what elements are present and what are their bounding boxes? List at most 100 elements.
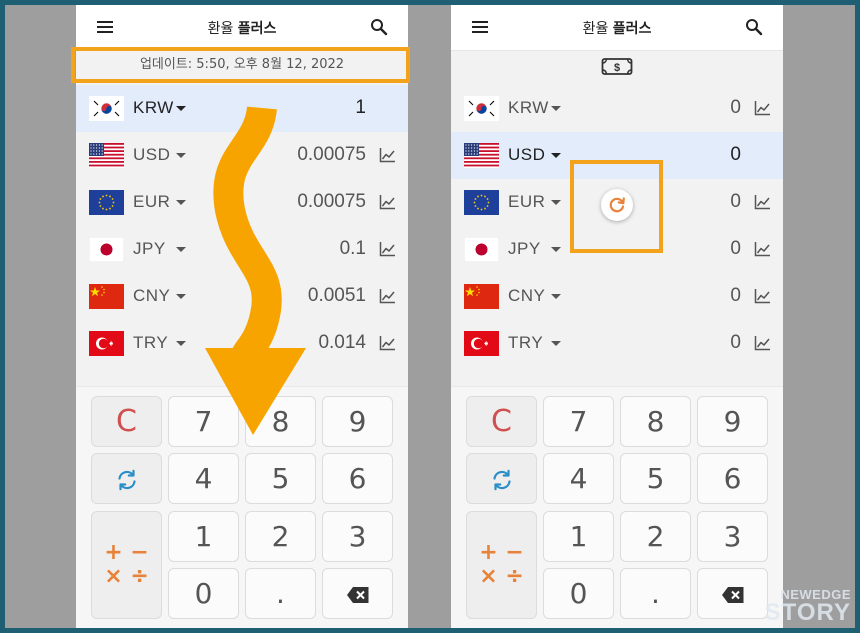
cn-flag <box>89 284 124 309</box>
calculator-keypad: C + − × ÷ 7 8 9 4 5 6 1 2 3 0. <box>76 386 408 628</box>
currency-row-cny[interactable]: CNY 0 <box>451 273 783 320</box>
digit-9-button[interactable]: 9 <box>697 396 768 447</box>
dropdown-caret-icon[interactable] <box>175 200 186 205</box>
digit-1-button[interactable]: 1 <box>168 511 239 562</box>
currency-code[interactable]: KRW <box>133 98 174 118</box>
currency-code[interactable]: CNY <box>133 286 170 306</box>
currency-code[interactable]: TRY <box>133 333 168 353</box>
digit-0-button[interactable]: 0 <box>543 568 614 619</box>
calculator-operations-button[interactable]: + − × ÷ <box>91 511 162 619</box>
refresh-icon <box>117 469 136 490</box>
currency-code[interactable]: KRW <box>508 98 549 118</box>
clear-button[interactable]: C <box>466 396 537 447</box>
currency-row-jpy[interactable]: JPY 0.1 <box>76 226 408 273</box>
currency-code[interactable]: EUR <box>508 192 545 212</box>
phone-screen-right: 환율 플러스 $ KRW 0 USD 0 EUR 0 JPY 0 CNY 0 TRY 0 C + − ×… <box>451 5 783 628</box>
app-title: 환율 플러스 <box>582 21 652 37</box>
dropdown-caret-icon[interactable] <box>175 247 186 252</box>
digit-6-button[interactable]: 6 <box>697 453 768 504</box>
currency-list: KRW 1 USD 0.00075 EUR 0.00075 JPY 0.1 CNY 0.0051 T… <box>76 85 408 367</box>
refresh-button[interactable] <box>91 453 162 504</box>
currency-value[interactable]: 0 <box>730 97 741 119</box>
line-chart-icon[interactable] <box>754 194 771 210</box>
digit-8-button[interactable]: 8 <box>620 396 691 447</box>
currency-row-krw[interactable]: KRW 1 <box>76 85 408 132</box>
digit-3-button[interactable]: 3 <box>322 511 393 562</box>
currency-row-try[interactable]: TRY 0 <box>451 320 783 367</box>
currency-value[interactable]: 0 <box>730 191 741 213</box>
dropdown-caret-icon[interactable] <box>550 247 561 252</box>
digit-2-button[interactable]: 2 <box>245 511 316 562</box>
currency-code[interactable]: USD <box>508 145 545 165</box>
digit-6-button[interactable]: 6 <box>322 453 393 504</box>
app-bar: 환율 플러스 <box>76 5 408 51</box>
digit-0-button[interactable]: 0 <box>168 568 239 619</box>
dropdown-caret-icon[interactable] <box>175 106 186 111</box>
backspace-icon <box>346 586 368 603</box>
digit-9-button[interactable]: 9 <box>322 396 393 447</box>
digit-1-button[interactable]: 1 <box>543 511 614 562</box>
dropdown-caret-icon[interactable] <box>175 294 186 299</box>
dropdown-caret-icon[interactable] <box>550 153 561 158</box>
line-chart-icon[interactable] <box>379 335 396 351</box>
dropdown-caret-icon[interactable] <box>175 153 186 158</box>
refresh-button[interactable] <box>466 453 537 504</box>
clear-button[interactable]: C <box>91 396 162 447</box>
search-icon[interactable] <box>745 18 763 36</box>
digit-8-button[interactable]: 8 <box>245 396 316 447</box>
line-chart-icon[interactable] <box>379 241 396 257</box>
line-chart-icon[interactable] <box>379 194 396 210</box>
currency-value[interactable]: 0 <box>730 144 741 166</box>
currency-code[interactable]: TRY <box>508 333 543 353</box>
currency-row-eur[interactable]: EUR 0.00075 <box>76 179 408 226</box>
calculator-operations-button[interactable]: + − × ÷ <box>466 511 537 619</box>
line-chart-icon[interactable] <box>754 100 771 116</box>
backspace-icon <box>721 586 743 603</box>
currency-row-krw[interactable]: KRW 0 <box>451 85 783 132</box>
currency-code[interactable]: CNY <box>508 286 545 306</box>
tr-flag <box>89 331 124 356</box>
currency-row-try[interactable]: TRY 0.014 <box>76 320 408 367</box>
currency-value[interactable]: 1 <box>355 97 366 119</box>
currency-value[interactable]: 0 <box>730 332 741 354</box>
currency-value[interactable]: 0 <box>730 238 741 260</box>
currency-value[interactable]: 0 <box>730 285 741 307</box>
dropdown-caret-icon[interactable] <box>550 294 561 299</box>
currency-value[interactable]: 0.0051 <box>308 285 366 307</box>
digit-3-button[interactable]: 3 <box>697 511 768 562</box>
currency-value[interactable]: 0.00075 <box>297 191 366 213</box>
search-icon[interactable] <box>370 18 388 36</box>
currency-value[interactable]: 0.1 <box>340 238 366 260</box>
currency-value[interactable]: 0.014 <box>318 332 366 354</box>
decimal-point-button[interactable]: . <box>245 568 316 619</box>
decimal-point-button[interactable]: . <box>620 568 691 619</box>
backspace-button[interactable] <box>322 568 393 619</box>
dropdown-caret-icon[interactable] <box>175 341 186 346</box>
digit-4-button[interactable]: 4 <box>543 453 614 504</box>
currency-code[interactable]: JPY <box>508 239 541 259</box>
dropdown-caret-icon[interactable] <box>550 341 561 346</box>
digit-5-button[interactable]: 5 <box>620 453 691 504</box>
digit-7-button[interactable]: 7 <box>168 396 239 447</box>
currency-value[interactable]: 0.00075 <box>297 144 366 166</box>
digit-7-button[interactable]: 7 <box>543 396 614 447</box>
line-chart-icon[interactable] <box>379 147 396 163</box>
currency-code[interactable]: EUR <box>133 192 170 212</box>
dropdown-caret-icon[interactable] <box>550 200 561 205</box>
watermark: NEWEDGE STORY <box>764 587 851 626</box>
currency-code[interactable]: USD <box>133 145 170 165</box>
cn-flag <box>464 284 499 309</box>
digit-4-button[interactable]: 4 <box>168 453 239 504</box>
line-chart-icon[interactable] <box>379 288 396 304</box>
update-highlight-box <box>71 47 410 83</box>
currency-row-cny[interactable]: CNY 0.0051 <box>76 273 408 320</box>
dropdown-caret-icon[interactable] <box>550 106 561 111</box>
currency-code[interactable]: JPY <box>133 239 166 259</box>
line-chart-icon[interactable] <box>754 241 771 257</box>
line-chart-icon[interactable] <box>754 288 771 304</box>
backspace-button[interactable] <box>697 568 768 619</box>
digit-2-button[interactable]: 2 <box>620 511 691 562</box>
digit-5-button[interactable]: 5 <box>245 453 316 504</box>
line-chart-icon[interactable] <box>754 335 771 351</box>
currency-row-usd[interactable]: USD 0.00075 <box>76 132 408 179</box>
